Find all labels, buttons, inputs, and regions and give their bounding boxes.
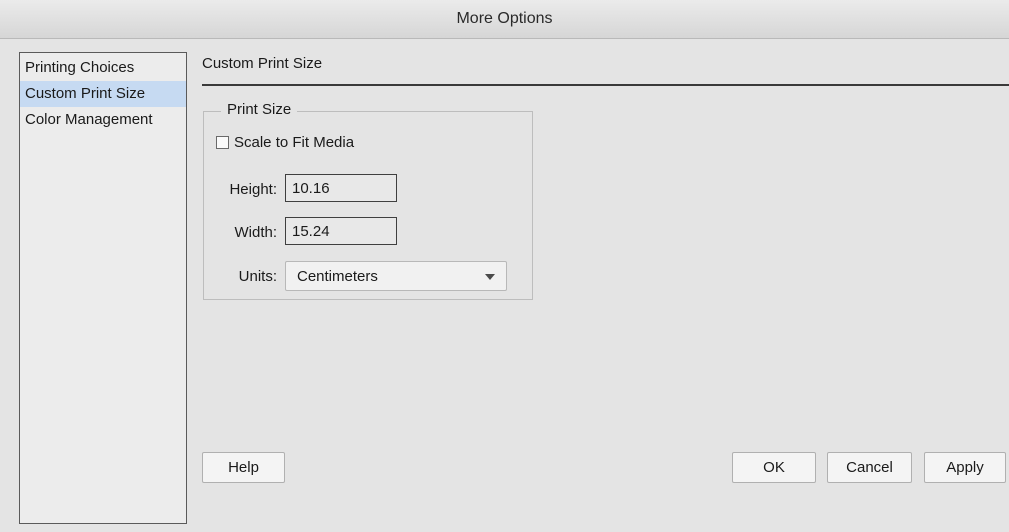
category-list: Printing Choices Custom Print Size Color… <box>19 52 187 524</box>
units-label: Units: <box>238 268 277 285</box>
sidebar-item-printing-choices[interactable]: Printing Choices <box>20 55 186 81</box>
help-button[interactable]: Help <box>202 452 285 483</box>
window-titlebar[interactable]: More Options <box>0 0 1009 39</box>
sidebar-item-label: Color Management <box>25 111 153 128</box>
scale-to-fit-option[interactable]: Scale to Fit Media <box>216 134 354 151</box>
scale-to-fit-checkbox[interactable] <box>216 136 229 149</box>
width-field[interactable] <box>285 217 397 245</box>
sidebar-item-color-management[interactable]: Color Management <box>20 107 186 133</box>
units-selected-value: Centimeters <box>297 268 378 285</box>
print-size-group-title: Print Size <box>221 101 298 118</box>
sidebar-item-label: Custom Print Size <box>25 85 146 102</box>
cancel-button[interactable]: Cancel <box>827 452 912 483</box>
sidebar-item-custom-print-size[interactable]: Custom Print Size <box>20 81 186 107</box>
apply-button[interactable]: Apply <box>924 452 1006 483</box>
height-field[interactable] <box>285 174 397 202</box>
units-dropdown[interactable]: Centimeters <box>285 261 507 291</box>
height-label: Height: <box>229 181 277 198</box>
width-label: Width: <box>234 224 277 241</box>
section-title: Custom Print Size <box>202 55 323 72</box>
scale-to-fit-label[interactable]: Scale to Fit Media <box>234 134 354 151</box>
window-title: More Options <box>456 10 553 27</box>
chevron-down-icon <box>485 274 495 280</box>
ok-button[interactable]: OK <box>732 452 816 483</box>
sidebar-item-label: Printing Choices <box>25 59 135 76</box>
section-divider <box>202 84 1009 86</box>
